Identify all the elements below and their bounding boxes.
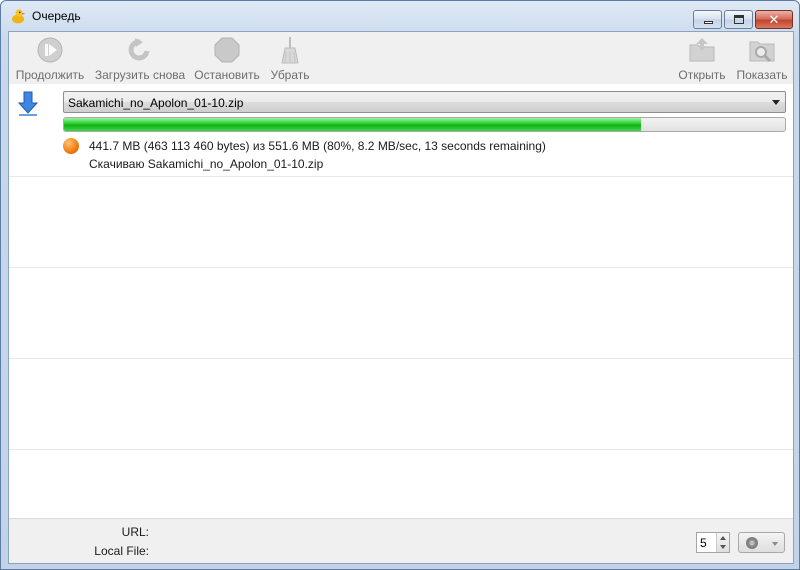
- redownload-button[interactable]: Загрузить снова: [93, 34, 187, 82]
- open-button[interactable]: Открыть: [673, 34, 731, 82]
- minimize-icon: [704, 21, 713, 24]
- download-action-text: Скачиваю Sakamichi_no_Apolon_01-10.zip: [89, 157, 324, 171]
- details-panel: URL: Local File: 5: [9, 518, 793, 563]
- stop-button[interactable]: Остановить: [193, 34, 261, 82]
- speed-dial-icon: [746, 537, 758, 549]
- maximize-button[interactable]: [724, 10, 753, 29]
- progress-fill: [64, 118, 641, 131]
- row-divider: [9, 449, 793, 450]
- close-button[interactable]: ✕: [755, 10, 793, 29]
- clean-label: Убрать: [270, 68, 310, 82]
- resume-button[interactable]: Продолжить: [13, 34, 87, 82]
- queue-window: Очередь ✕ Продолжить Загрузить снова Ост…: [0, 0, 800, 570]
- redownload-icon: [128, 38, 150, 61]
- download-progress-bar: [63, 117, 786, 132]
- show-button[interactable]: Показать: [733, 34, 791, 82]
- chevron-down-icon: [772, 542, 778, 546]
- concurrent-downloads-spinner[interactable]: 5: [696, 532, 730, 553]
- file-select[interactable]: Sakamichi_no_Apolon_01-10.zip: [63, 91, 786, 113]
- download-status-text: 441.7 MB (463 113 460 bytes) из 551.6 MB…: [89, 139, 546, 153]
- row-divider: [9, 176, 793, 177]
- open-folder-icon: [689, 38, 715, 62]
- minimize-button[interactable]: [693, 10, 722, 29]
- speed-limit-button[interactable]: [738, 532, 785, 553]
- spinner-down-icon[interactable]: [720, 545, 726, 549]
- app-duck-icon: [12, 9, 26, 24]
- open-label: Открыть: [678, 68, 726, 82]
- resume-label: Продолжить: [15, 68, 85, 82]
- resume-icon: [37, 37, 63, 63]
- spinner-up-icon[interactable]: [720, 536, 726, 540]
- title-bar[interactable]: Очередь ✕: [1, 1, 799, 31]
- url-label: URL:: [121, 525, 149, 539]
- row-divider: [9, 267, 793, 268]
- clean-button[interactable]: Убрать: [265, 34, 315, 82]
- row-divider: [9, 358, 793, 359]
- download-arrow-icon: [17, 91, 39, 116]
- download-list: Sakamichi_no_Apolon_01-10.zip 441.7 MB (…: [9, 84, 793, 518]
- local-file-label: Local File:: [94, 544, 149, 558]
- redownload-label: Загрузить снова: [94, 68, 186, 82]
- stop-label: Остановить: [194, 68, 260, 82]
- stop-icon: [214, 37, 240, 63]
- concurrent-downloads-value: 5: [700, 536, 707, 550]
- broom-icon: [281, 37, 299, 64]
- show-label: Показать: [736, 68, 788, 82]
- file-select-value: Sakamichi_no_Apolon_01-10.zip: [68, 96, 244, 110]
- chevron-down-icon: [772, 100, 780, 105]
- maximize-icon: [734, 15, 744, 24]
- close-icon: ✕: [768, 12, 780, 27]
- window-title: Очередь: [32, 9, 81, 23]
- toolbar: Продолжить Загрузить снова Остановить Уб…: [9, 32, 793, 84]
- spinner-arrows[interactable]: [716, 533, 729, 552]
- status-dot-icon: [63, 138, 79, 154]
- client-area: Продолжить Загрузить снова Остановить Уб…: [8, 31, 794, 564]
- show-in-folder-icon: [749, 41, 775, 63]
